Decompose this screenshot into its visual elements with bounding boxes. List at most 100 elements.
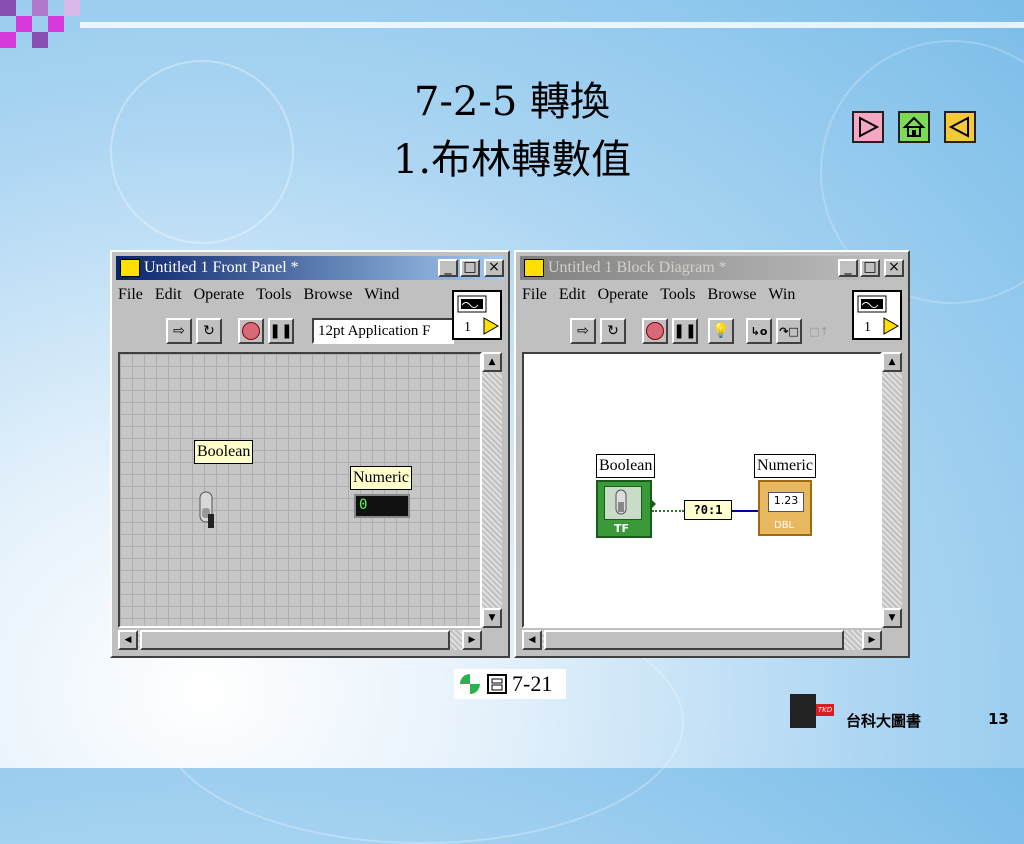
pause-button[interactable]: ❚❚ <box>672 318 698 344</box>
menu-tools[interactable]: Tools <box>660 286 695 310</box>
vertical-scrollbar[interactable]: ▲ ▼ <box>482 352 502 628</box>
step-out-icon: □↑ <box>809 324 829 338</box>
vi-icon[interactable]: 1 <box>852 290 902 340</box>
logo-text: TKD <box>816 704 834 716</box>
front-panel-menubar: File Edit Operate Tools Browse Wind <box>118 286 399 310</box>
menu-windows[interactable]: Wind <box>364 286 399 310</box>
scroll-down-button[interactable]: ▼ <box>882 608 902 628</box>
slide-title-line2: 1.布林轉數值 <box>392 137 632 183</box>
pause-icon: ❚❚ <box>269 323 293 339</box>
abort-button[interactable] <box>642 318 668 344</box>
scroll-left-button[interactable]: ◀ <box>118 630 138 650</box>
run-button[interactable]: ⇨ <box>166 318 192 344</box>
bool-type-label: TF <box>614 522 630 535</box>
pause-button[interactable]: ❚❚ <box>268 318 294 344</box>
block-diagram-title: Untitled 1 Block Diagram * <box>548 259 727 276</box>
menu-edit[interactable]: Edit <box>559 286 586 310</box>
step-out-button[interactable]: □↑ <box>806 318 832 344</box>
home-button[interactable] <box>898 111 930 143</box>
numeric-terminal-label: Numeric <box>754 454 816 478</box>
maximize-button[interactable]: □ <box>860 259 880 277</box>
block-diagram-toolbar: ⇨ ↻ ❚❚ 💡 ↳o ↷□ □↑ <box>520 314 904 350</box>
step-into-icon: ↳o <box>750 324 768 338</box>
menu-browse[interactable]: Browse <box>304 286 353 310</box>
scroll-right-button[interactable]: ▶ <box>862 630 882 650</box>
green-globe-icon <box>460 674 480 694</box>
run-arrow-icon: ⇨ <box>173 323 185 339</box>
abort-button[interactable] <box>238 318 264 344</box>
scroll-left-button[interactable]: ◀ <box>522 630 542 650</box>
vi-icon-number: 1 <box>464 320 471 335</box>
vi-icon[interactable]: 1 <box>452 290 502 340</box>
block-diagram-titlebar[interactable]: Untitled 1 Block Diagram * _ □ × <box>520 256 904 280</box>
boolean-to-numeric-node[interactable]: ?0:1 <box>684 500 732 520</box>
vertical-scrollbar[interactable]: ▲ ▼ <box>882 352 902 628</box>
vi-monitor-icon <box>457 295 500 335</box>
boolean-terminal-label: Boolean <box>596 454 656 478</box>
dbl-type-label: DBL <box>774 520 795 531</box>
horizontal-scrollbar[interactable]: ◀ ▶ <box>522 630 882 650</box>
close-button[interactable]: × <box>484 259 504 277</box>
menu-operate[interactable]: Operate <box>194 286 245 310</box>
menu-file[interactable]: File <box>522 286 547 310</box>
labview-icon <box>524 259 544 277</box>
numeric-terminal-value: 1.23 <box>768 492 804 512</box>
figure-number: 7-21 <box>512 671 553 696</box>
vi-monitor-icon <box>857 295 900 335</box>
scroll-right-button[interactable]: ▶ <box>462 630 482 650</box>
scroll-up-button[interactable]: ▲ <box>882 352 902 372</box>
run-continuous-icon: ↻ <box>607 323 619 339</box>
stop-icon <box>242 322 260 340</box>
menu-operate[interactable]: Operate <box>598 286 649 310</box>
maximize-button[interactable]: □ <box>460 259 480 277</box>
front-panel-toolbar: ⇨ ↻ ❚❚ 12pt Application F <box>116 314 504 350</box>
prev-button[interactable] <box>944 111 976 143</box>
pause-icon: ❚❚ <box>673 323 697 339</box>
numeric-indicator: 0 <box>354 494 410 518</box>
minimize-button[interactable]: _ <box>438 259 458 277</box>
boolean-toggle-switch[interactable] <box>196 488 220 530</box>
next-button[interactable] <box>852 111 884 143</box>
scroll-down-button[interactable]: ▼ <box>482 608 502 628</box>
menu-browse[interactable]: Browse <box>708 286 757 310</box>
step-into-button[interactable]: ↳o <box>746 318 772 344</box>
lightbulb-icon: 💡 <box>712 323 730 339</box>
minimize-button[interactable]: _ <box>838 259 858 277</box>
boolean-label: Boolean <box>194 440 254 464</box>
highlight-execution-button[interactable]: 💡 <box>708 318 734 344</box>
block-diagram-menubar: File Edit Operate Tools Browse Win <box>522 286 795 310</box>
vi-icon-number: 1 <box>864 320 871 335</box>
menu-file[interactable]: File <box>118 286 143 310</box>
scroll-thumb[interactable] <box>140 630 450 650</box>
close-button[interactable]: × <box>884 259 904 277</box>
boolean-terminal[interactable]: TF <box>596 480 656 538</box>
block-diagram-canvas[interactable]: Boolean TF ?0:1 Numeric 1.23 DBL <box>522 352 882 628</box>
play-left-icon <box>948 116 969 138</box>
horizontal-scrollbar[interactable]: ◀ ▶ <box>118 630 482 650</box>
numeric-label: Numeric <box>350 466 412 490</box>
font-select[interactable]: 12pt Application F <box>312 318 454 344</box>
run-arrow-icon: ⇨ <box>577 323 589 339</box>
scroll-thumb[interactable] <box>544 630 844 650</box>
play-right-icon <box>859 116 880 138</box>
step-over-button[interactable]: ↷□ <box>776 318 802 344</box>
toggle-switch-icon <box>615 489 627 515</box>
figure-icon <box>487 674 507 694</box>
figure-caption: 7-21 <box>454 669 566 699</box>
scroll-up-button[interactable]: ▲ <box>482 352 502 372</box>
front-panel-title: Untitled 1 Front Panel * <box>144 259 299 276</box>
block-diagram-window: Untitled 1 Block Diagram * _ □ × File Ed… <box>514 250 910 658</box>
run-button[interactable]: ⇨ <box>570 318 596 344</box>
home-icon <box>902 116 926 137</box>
corner-decoration <box>0 0 80 48</box>
numeric-terminal[interactable]: 1.23 DBL <box>758 480 812 536</box>
front-panel-canvas[interactable]: Boolean Numeric 0 <box>118 352 482 628</box>
page-number: 13 <box>988 710 1009 728</box>
front-panel-titlebar[interactable]: Untitled 1 Front Panel * _ □ × <box>116 256 504 280</box>
publisher-name: 台科大圖書 <box>846 712 922 730</box>
run-continuous-button[interactable]: ↻ <box>196 318 222 344</box>
menu-windows[interactable]: Win <box>768 286 795 310</box>
menu-edit[interactable]: Edit <box>155 286 182 310</box>
run-continuous-button[interactable]: ↻ <box>600 318 626 344</box>
menu-tools[interactable]: Tools <box>256 286 291 310</box>
